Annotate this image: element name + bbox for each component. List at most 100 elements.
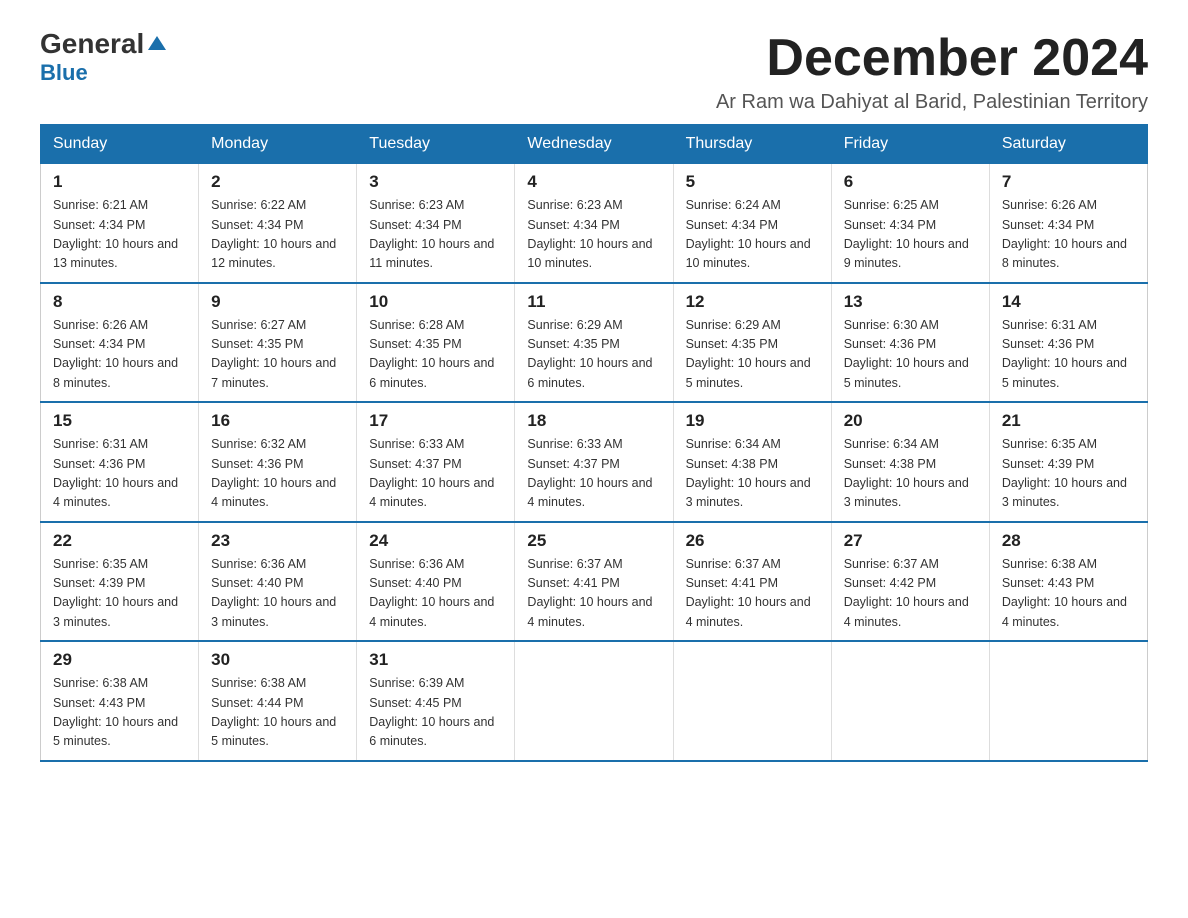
day-number: 30: [211, 650, 344, 670]
day-info: Sunrise: 6:38 AMSunset: 4:43 PMDaylight:…: [53, 676, 178, 748]
logo-general: General: [40, 30, 144, 58]
day-info: Sunrise: 6:27 AMSunset: 4:35 PMDaylight:…: [211, 318, 336, 390]
calendar-cell: [515, 641, 673, 761]
day-info: Sunrise: 6:37 AMSunset: 4:41 PMDaylight:…: [527, 557, 652, 629]
calendar-cell: 24 Sunrise: 6:36 AMSunset: 4:40 PMDaylig…: [357, 522, 515, 642]
header-sunday: Sunday: [41, 125, 199, 164]
calendar-cell: 30 Sunrise: 6:38 AMSunset: 4:44 PMDaylig…: [199, 641, 357, 761]
day-info: Sunrise: 6:29 AMSunset: 4:35 PMDaylight:…: [686, 318, 811, 390]
day-number: 9: [211, 292, 344, 312]
day-info: Sunrise: 6:37 AMSunset: 4:41 PMDaylight:…: [686, 557, 811, 629]
calendar-week-row: 15 Sunrise: 6:31 AMSunset: 4:36 PMDaylig…: [41, 402, 1148, 522]
day-number: 22: [53, 531, 186, 551]
calendar-cell: 13 Sunrise: 6:30 AMSunset: 4:36 PMDaylig…: [831, 283, 989, 403]
day-info: Sunrise: 6:24 AMSunset: 4:34 PMDaylight:…: [686, 198, 811, 270]
day-number: 13: [844, 292, 977, 312]
day-info: Sunrise: 6:29 AMSunset: 4:35 PMDaylight:…: [527, 318, 652, 390]
day-info: Sunrise: 6:33 AMSunset: 4:37 PMDaylight:…: [369, 437, 494, 509]
day-number: 1: [53, 172, 186, 192]
page-header: General Blue December 2024 Ar Ram wa Dah…: [40, 30, 1148, 114]
day-number: 24: [369, 531, 502, 551]
day-info: Sunrise: 6:26 AMSunset: 4:34 PMDaylight:…: [53, 318, 178, 390]
calendar-cell: [831, 641, 989, 761]
calendar-cell: 31 Sunrise: 6:39 AMSunset: 4:45 PMDaylig…: [357, 641, 515, 761]
calendar-cell: 12 Sunrise: 6:29 AMSunset: 4:35 PMDaylig…: [673, 283, 831, 403]
calendar-cell: 23 Sunrise: 6:36 AMSunset: 4:40 PMDaylig…: [199, 522, 357, 642]
day-info: Sunrise: 6:21 AMSunset: 4:34 PMDaylight:…: [53, 198, 178, 270]
day-info: Sunrise: 6:38 AMSunset: 4:44 PMDaylight:…: [211, 676, 336, 748]
day-number: 26: [686, 531, 819, 551]
header-monday: Monday: [199, 125, 357, 164]
day-info: Sunrise: 6:32 AMSunset: 4:36 PMDaylight:…: [211, 437, 336, 509]
day-number: 7: [1002, 172, 1135, 192]
calendar-cell: 17 Sunrise: 6:33 AMSunset: 4:37 PMDaylig…: [357, 402, 515, 522]
day-info: Sunrise: 6:36 AMSunset: 4:40 PMDaylight:…: [369, 557, 494, 629]
calendar-cell: 6 Sunrise: 6:25 AMSunset: 4:34 PMDayligh…: [831, 164, 989, 283]
day-info: Sunrise: 6:38 AMSunset: 4:43 PMDaylight:…: [1002, 557, 1127, 629]
day-info: Sunrise: 6:35 AMSunset: 4:39 PMDaylight:…: [53, 557, 178, 629]
logo: General Blue: [40, 30, 168, 86]
calendar-week-row: 22 Sunrise: 6:35 AMSunset: 4:39 PMDaylig…: [41, 522, 1148, 642]
calendar-cell: 27 Sunrise: 6:37 AMSunset: 4:42 PMDaylig…: [831, 522, 989, 642]
day-number: 28: [1002, 531, 1135, 551]
header-wednesday: Wednesday: [515, 125, 673, 164]
calendar-table: SundayMondayTuesdayWednesdayThursdayFrid…: [40, 124, 1148, 762]
calendar-cell: 19 Sunrise: 6:34 AMSunset: 4:38 PMDaylig…: [673, 402, 831, 522]
day-info: Sunrise: 6:39 AMSunset: 4:45 PMDaylight:…: [369, 676, 494, 748]
header-tuesday: Tuesday: [357, 125, 515, 164]
day-number: 12: [686, 292, 819, 312]
logo-blue-text: Blue: [40, 60, 88, 86]
day-info: Sunrise: 6:35 AMSunset: 4:39 PMDaylight:…: [1002, 437, 1127, 509]
calendar-cell: [673, 641, 831, 761]
day-info: Sunrise: 6:23 AMSunset: 4:34 PMDaylight:…: [369, 198, 494, 270]
header-thursday: Thursday: [673, 125, 831, 164]
day-info: Sunrise: 6:37 AMSunset: 4:42 PMDaylight:…: [844, 557, 969, 629]
calendar-cell: 18 Sunrise: 6:33 AMSunset: 4:37 PMDaylig…: [515, 402, 673, 522]
month-year-title: December 2024: [716, 30, 1148, 87]
day-number: 27: [844, 531, 977, 551]
day-info: Sunrise: 6:33 AMSunset: 4:37 PMDaylight:…: [527, 437, 652, 509]
calendar-cell: 25 Sunrise: 6:37 AMSunset: 4:41 PMDaylig…: [515, 522, 673, 642]
calendar-cell: 26 Sunrise: 6:37 AMSunset: 4:41 PMDaylig…: [673, 522, 831, 642]
day-number: 20: [844, 411, 977, 431]
day-number: 16: [211, 411, 344, 431]
day-number: 18: [527, 411, 660, 431]
day-info: Sunrise: 6:34 AMSunset: 4:38 PMDaylight:…: [844, 437, 969, 509]
day-number: 14: [1002, 292, 1135, 312]
day-number: 11: [527, 292, 660, 312]
day-number: 4: [527, 172, 660, 192]
calendar-header-row: SundayMondayTuesdayWednesdayThursdayFrid…: [41, 125, 1148, 164]
calendar-cell: 14 Sunrise: 6:31 AMSunset: 4:36 PMDaylig…: [989, 283, 1147, 403]
calendar-cell: 1 Sunrise: 6:21 AMSunset: 4:34 PMDayligh…: [41, 164, 199, 283]
calendar-cell: [989, 641, 1147, 761]
calendar-cell: 10 Sunrise: 6:28 AMSunset: 4:35 PMDaylig…: [357, 283, 515, 403]
day-number: 17: [369, 411, 502, 431]
day-info: Sunrise: 6:34 AMSunset: 4:38 PMDaylight:…: [686, 437, 811, 509]
calendar-cell: 5 Sunrise: 6:24 AMSunset: 4:34 PMDayligh…: [673, 164, 831, 283]
header-friday: Friday: [831, 125, 989, 164]
calendar-cell: 22 Sunrise: 6:35 AMSunset: 4:39 PMDaylig…: [41, 522, 199, 642]
calendar-cell: 9 Sunrise: 6:27 AMSunset: 4:35 PMDayligh…: [199, 283, 357, 403]
day-number: 19: [686, 411, 819, 431]
day-number: 25: [527, 531, 660, 551]
calendar-cell: 20 Sunrise: 6:34 AMSunset: 4:38 PMDaylig…: [831, 402, 989, 522]
calendar-week-row: 29 Sunrise: 6:38 AMSunset: 4:43 PMDaylig…: [41, 641, 1148, 761]
calendar-week-row: 1 Sunrise: 6:21 AMSunset: 4:34 PMDayligh…: [41, 164, 1148, 283]
calendar-cell: 8 Sunrise: 6:26 AMSunset: 4:34 PMDayligh…: [41, 283, 199, 403]
day-info: Sunrise: 6:28 AMSunset: 4:35 PMDaylight:…: [369, 318, 494, 390]
day-number: 10: [369, 292, 502, 312]
calendar-cell: 28 Sunrise: 6:38 AMSunset: 4:43 PMDaylig…: [989, 522, 1147, 642]
calendar-cell: 2 Sunrise: 6:22 AMSunset: 4:34 PMDayligh…: [199, 164, 357, 283]
day-info: Sunrise: 6:31 AMSunset: 4:36 PMDaylight:…: [1002, 318, 1127, 390]
day-number: 29: [53, 650, 186, 670]
calendar-cell: 7 Sunrise: 6:26 AMSunset: 4:34 PMDayligh…: [989, 164, 1147, 283]
calendar-cell: 16 Sunrise: 6:32 AMSunset: 4:36 PMDaylig…: [199, 402, 357, 522]
header-saturday: Saturday: [989, 125, 1147, 164]
day-number: 21: [1002, 411, 1135, 431]
location-subtitle: Ar Ram wa Dahiyat al Barid, Palestinian …: [716, 91, 1148, 114]
day-number: 5: [686, 172, 819, 192]
day-number: 3: [369, 172, 502, 192]
calendar-week-row: 8 Sunrise: 6:26 AMSunset: 4:34 PMDayligh…: [41, 283, 1148, 403]
day-info: Sunrise: 6:25 AMSunset: 4:34 PMDaylight:…: [844, 198, 969, 270]
day-info: Sunrise: 6:31 AMSunset: 4:36 PMDaylight:…: [53, 437, 178, 509]
